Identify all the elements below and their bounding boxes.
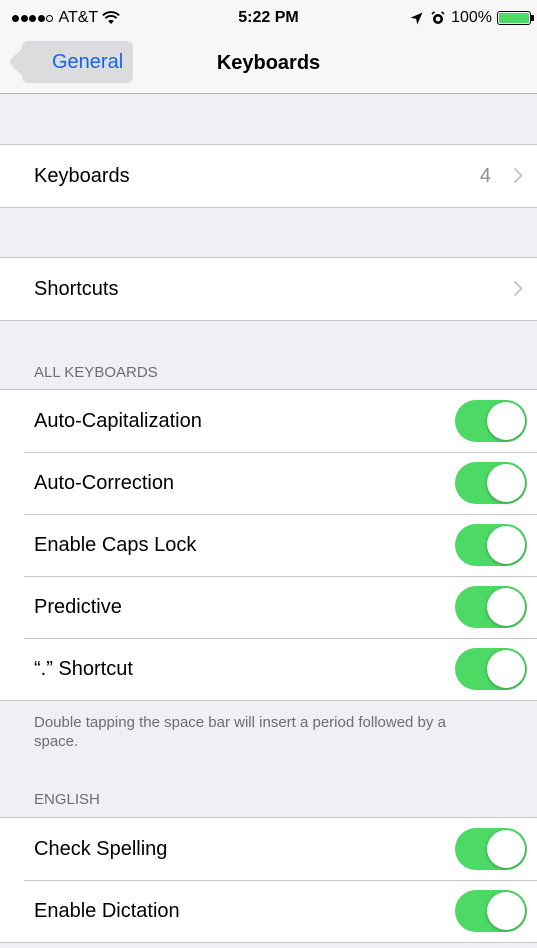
- navigation-bar: General Keyboards: [0, 36, 537, 94]
- enable-dictation-toggle[interactable]: [455, 890, 527, 932]
- alarm-clock-icon: [431, 11, 445, 24]
- page-title: Keyboards: [216, 52, 321, 74]
- list-item-auto-capitalization: Auto-Capitalization: [0, 390, 537, 452]
- auto-capitalization-toggle[interactable]: [455, 400, 527, 442]
- toggle-knob: [487, 588, 525, 626]
- check-spelling-toggle[interactable]: [455, 828, 527, 870]
- period-shortcut-footer: Double tapping the space bar will insert…: [34, 714, 446, 750]
- status-right: 100%: [410, 9, 534, 27]
- list-item-check-spelling: Check Spelling: [0, 818, 537, 880]
- period-shortcut-toggle[interactable]: [455, 648, 527, 690]
- all-keyboards-group: Auto-Capitalization Auto-Correction Enab…: [0, 389, 537, 701]
- shortcuts-group: Shortcuts: [0, 257, 537, 321]
- chevron-right-icon: [513, 167, 523, 184]
- toggle-knob: [487, 830, 525, 868]
- toggle-label: Check Spelling: [34, 837, 168, 860]
- toggle-label: Auto-Correction: [34, 471, 175, 494]
- list-item-predictive: Predictive: [0, 576, 537, 638]
- predictive-toggle[interactable]: [455, 586, 527, 628]
- toggle-label: “.” Shortcut: [34, 657, 133, 680]
- toggle-label: Predictive: [34, 595, 122, 618]
- english-group: Check Spelling Enable Dictation: [0, 817, 537, 943]
- toggle-knob: [487, 402, 525, 440]
- keyboards-row[interactable]: Keyboards 4: [0, 145, 537, 207]
- status-bar: AT&T 5:22 PM 100%: [0, 0, 537, 36]
- toggle-knob: [487, 892, 525, 930]
- chevron-right-icon: [513, 280, 523, 297]
- list-item-auto-correction: Auto-Correction: [0, 452, 537, 514]
- battery-percent: 100%: [451, 9, 492, 26]
- settings-screen: AT&T 5:22 PM 100% General Keyboards Keyb…: [0, 0, 537, 948]
- keyboards-row-label: Keyboards: [34, 164, 130, 187]
- battery-icon: [497, 11, 534, 25]
- all-keyboards-header: ALL KEYBOARDS: [34, 364, 158, 381]
- list-item-period-shortcut: “.” Shortcut: [0, 638, 537, 700]
- toggle-label: Enable Dictation: [34, 899, 180, 922]
- toggle-label: Auto-Capitalization: [34, 409, 202, 432]
- toggle-knob: [487, 650, 525, 688]
- toggle-knob: [487, 464, 525, 502]
- shortcuts-row[interactable]: Shortcuts: [0, 258, 537, 320]
- toggle-knob: [487, 526, 525, 564]
- list-item-enable-caps-lock: Enable Caps Lock: [0, 514, 537, 576]
- location-arrow-icon: [410, 12, 423, 24]
- keyboards-count: 4: [479, 164, 491, 187]
- auto-correction-toggle[interactable]: [455, 462, 527, 504]
- list-item-enable-dictation: Enable Dictation: [0, 880, 537, 942]
- english-header: ENGLISH: [34, 791, 100, 808]
- shortcuts-row-label: Shortcuts: [34, 277, 119, 300]
- toggle-label: Enable Caps Lock: [34, 533, 197, 556]
- enable-caps-lock-toggle[interactable]: [455, 524, 527, 566]
- keyboards-group: Keyboards 4: [0, 144, 537, 208]
